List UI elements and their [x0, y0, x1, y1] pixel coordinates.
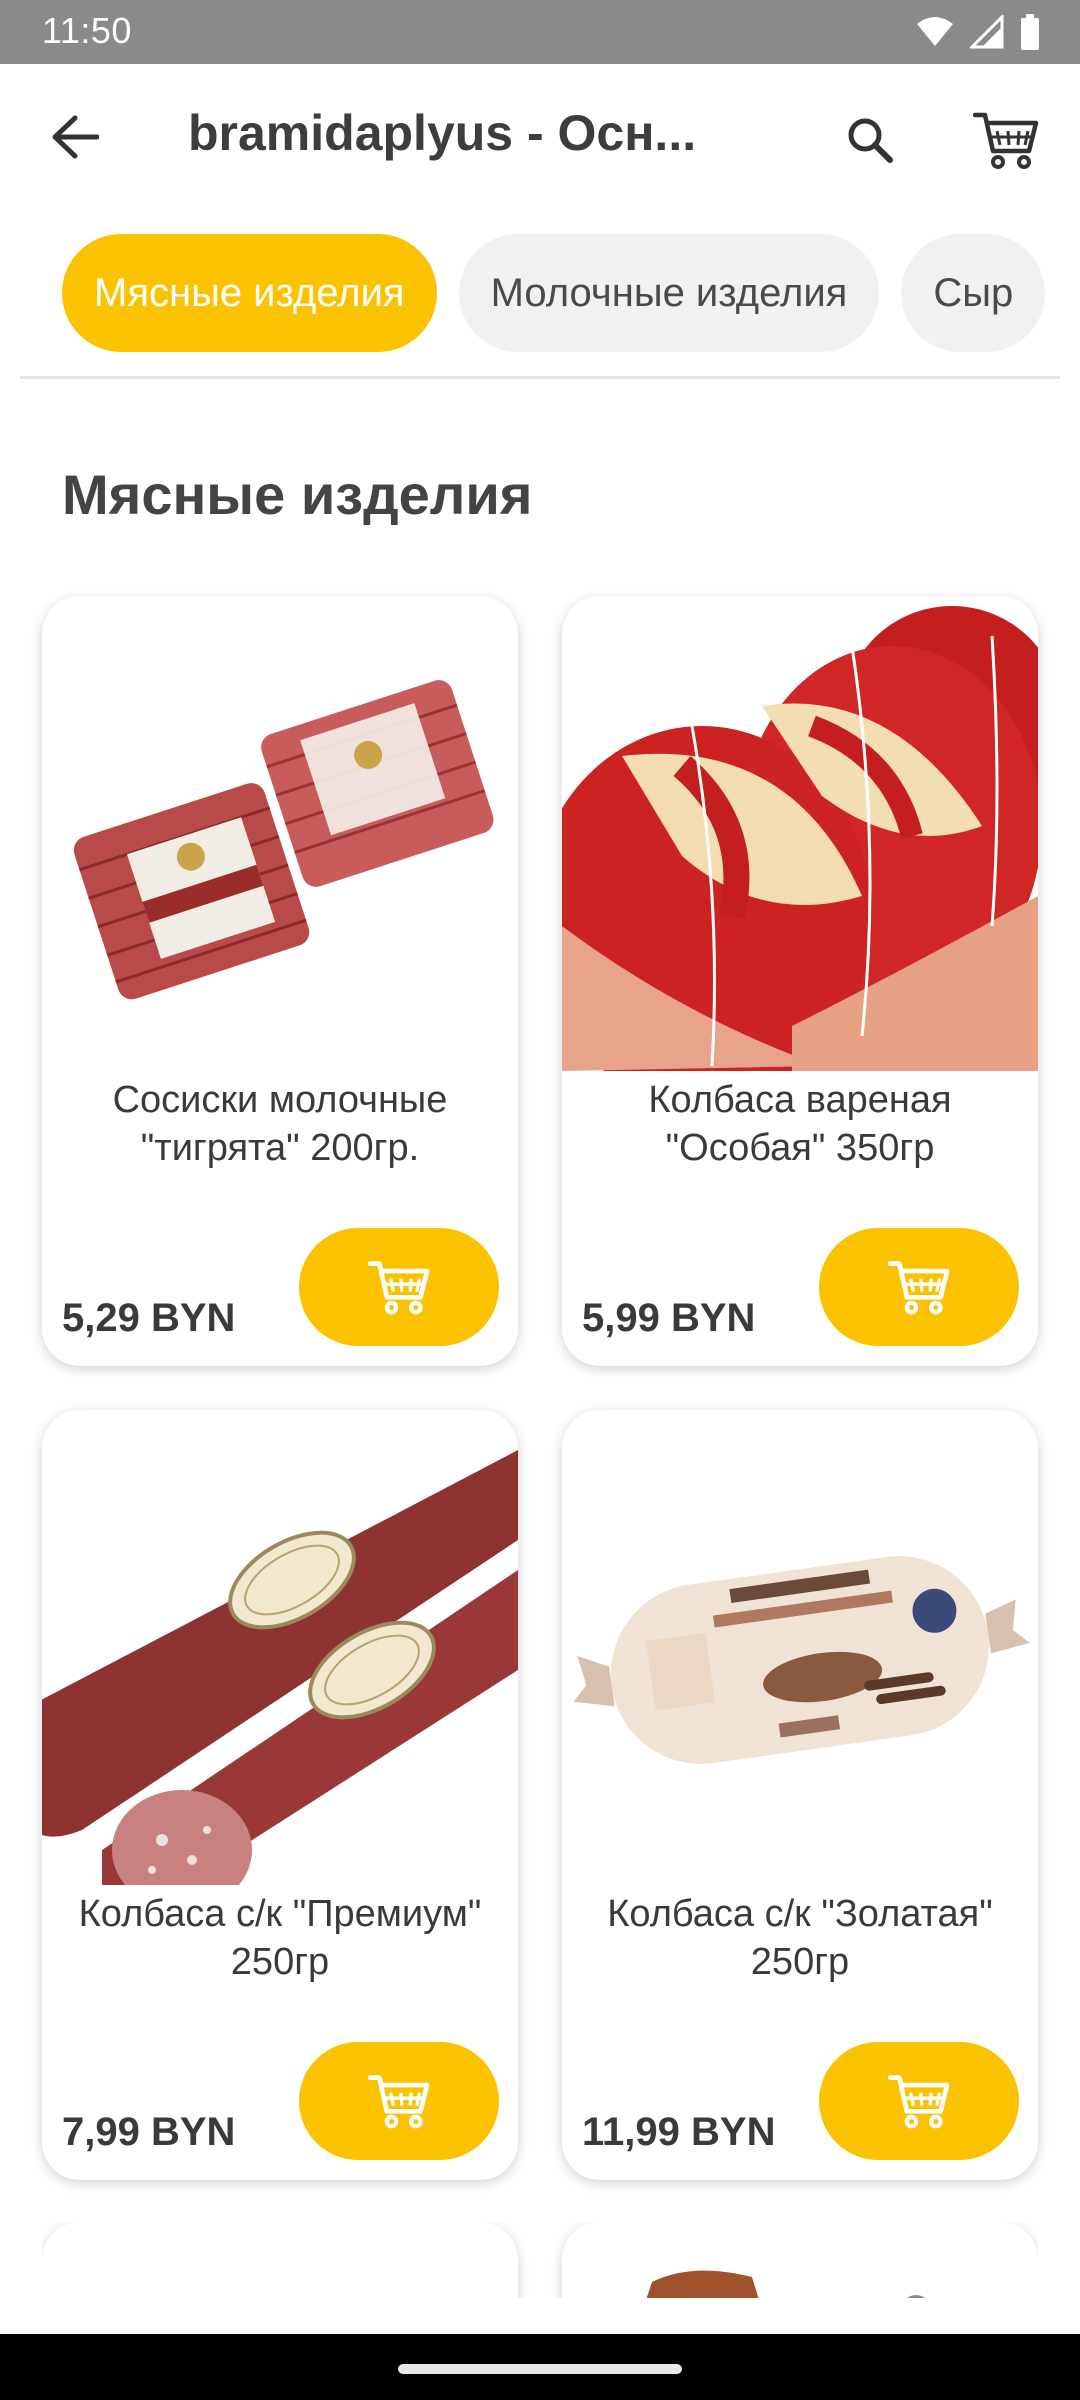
product-card[interactable] — [562, 2222, 1038, 2298]
back-button[interactable] — [40, 102, 110, 172]
product-image — [42, 1410, 518, 1885]
signal-icon — [970, 15, 1004, 49]
search-button[interactable] — [832, 102, 908, 178]
add-to-cart-icon — [368, 1261, 430, 1315]
product-image — [562, 1410, 1038, 1885]
product-card[interactable]: Колбаса вареная "Особая" 350гр 5,99 BYN — [562, 596, 1038, 1366]
product-price: 5,29 BYN — [62, 1296, 236, 1340]
add-to-cart-button[interactable] — [299, 1228, 499, 1346]
add-to-cart-button[interactable] — [819, 2042, 1019, 2160]
product-name: Сосиски молочные "тигрята" 200гр. — [112, 1079, 448, 1169]
app-bar: bramidaplyus - Осн... — [0, 64, 1080, 212]
product-grid: Сосиски молочные "тигрята" 200гр. 5,29 B… — [42, 596, 1038, 2180]
add-to-cart-icon — [888, 2075, 950, 2129]
product-name: Колбаса вареная "Особая" 350гр — [648, 1079, 952, 1169]
battery-icon — [1021, 14, 1039, 50]
product-grid-next-row — [42, 2222, 1038, 2298]
product-card[interactable]: Колбаса с/к "Золатая" 250гр 11,99 BYN — [562, 1410, 1038, 2180]
category-tabs: Мясные изделия Молочные изделия Сыр — [20, 234, 1060, 354]
status-icons — [916, 14, 1040, 50]
product-card[interactable]: Сосиски молочные "тигрята" 200гр. 5,29 B… — [42, 596, 518, 1366]
product-price: 7,99 BYN — [62, 2110, 236, 2154]
system-nav-bar — [0, 2334, 1080, 2400]
tab-dairy-products[interactable]: Молочные изделия — [458, 234, 880, 352]
product-card[interactable]: Колбаса с/к "Премиум" 250гр 7,99 BYN — [42, 1410, 518, 2180]
section-title: Мясные изделия — [62, 463, 533, 526]
add-to-cart-button[interactable] — [819, 1228, 1019, 1346]
product-image — [562, 2222, 1038, 2298]
product-price: 5,99 BYN — [582, 1296, 756, 1340]
product-name: Колбаса с/к "Золатая" 250гр — [607, 1893, 993, 1983]
home-gesture-handle[interactable] — [398, 2364, 682, 2374]
product-price: 11,99 BYN — [582, 2110, 776, 2154]
search-icon — [848, 118, 893, 163]
status-bar: 11:50 — [0, 0, 1080, 64]
tab-cheese[interactable]: Сыр — [901, 234, 1046, 352]
page-title: bramidaplyus - Осн... — [188, 105, 697, 161]
cart-icon — [973, 112, 1039, 169]
product-image — [42, 596, 518, 1071]
wifi-icon — [917, 17, 953, 46]
divider — [20, 376, 1060, 379]
status-time: 11:50 — [42, 10, 132, 51]
product-image — [562, 596, 1038, 1071]
back-arrow-icon — [52, 115, 99, 159]
cart-button[interactable] — [966, 100, 1046, 180]
product-name: Колбаса с/к "Премиум" 250гр — [78, 1893, 482, 1983]
add-to-cart-icon — [888, 1261, 950, 1315]
add-to-cart-icon — [368, 2075, 430, 2129]
tab-meat-products[interactable]: Мясные изделия — [62, 234, 437, 352]
product-card[interactable] — [42, 2222, 518, 2298]
add-to-cart-button[interactable] — [299, 2042, 499, 2160]
